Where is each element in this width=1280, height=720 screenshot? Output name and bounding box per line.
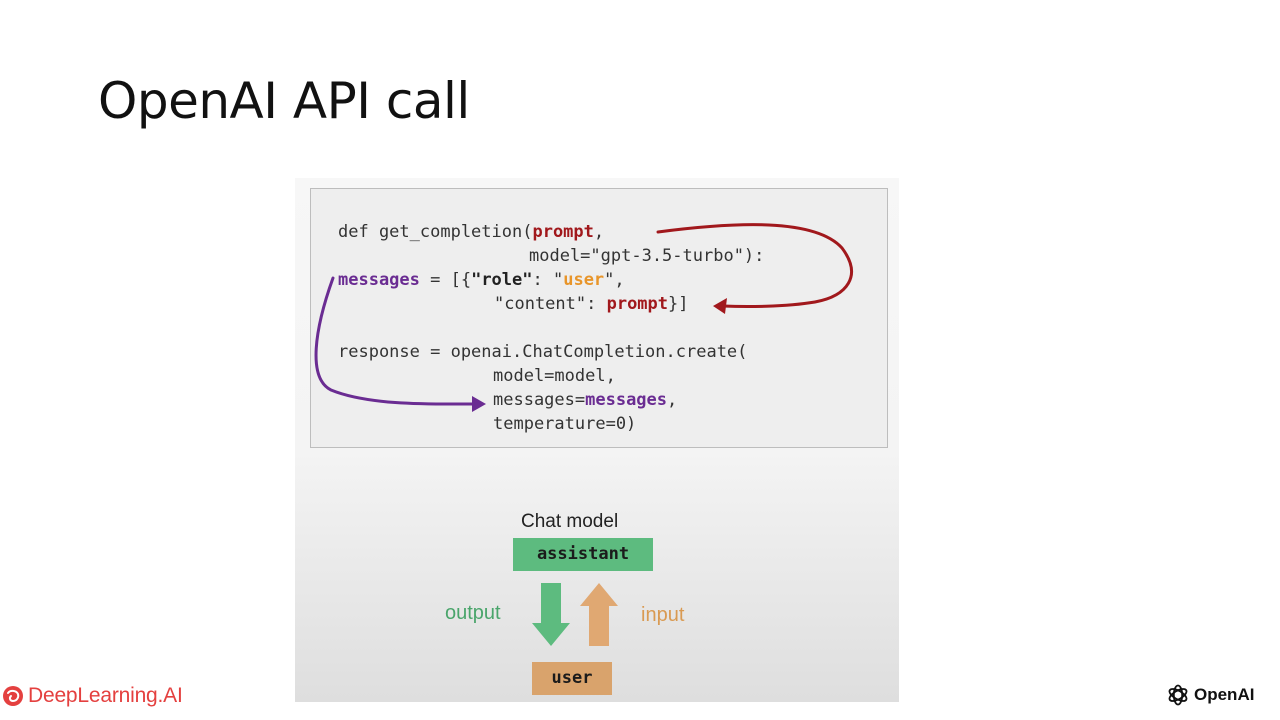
deeplearning-ai-logo-icon [3, 686, 23, 706]
prompt-flow-arrow [656, 223, 853, 309]
slide-title: OpenAI API call [98, 72, 470, 130]
messages-flow-arrow [314, 276, 477, 406]
input-label: input [641, 604, 685, 626]
openai-logo-icon [1168, 684, 1188, 706]
messages-arrow-head [472, 396, 486, 412]
deeplearning-ai-wordmark: DeepLearning.AI [28, 684, 183, 707]
output-label: output [445, 602, 501, 624]
user-role-box: user [532, 662, 612, 695]
annotation-arrows [314, 223, 853, 646]
output-down-arrow [532, 583, 570, 646]
input-up-arrow [580, 583, 618, 646]
embedded-video-frame: def get_completion(prompt, model="gpt-3.… [295, 178, 899, 702]
openai-wordmark: OpenAI [1194, 685, 1255, 704]
openai-logo: OpenAI [1166, 683, 1254, 707]
assistant-role-box: assistant [513, 538, 653, 571]
deeplearning-ai-logo: DeepLearning.AI [2, 684, 183, 708]
chat-model-label: Chat model [521, 511, 619, 532]
prompt-arrow-head [713, 298, 727, 314]
